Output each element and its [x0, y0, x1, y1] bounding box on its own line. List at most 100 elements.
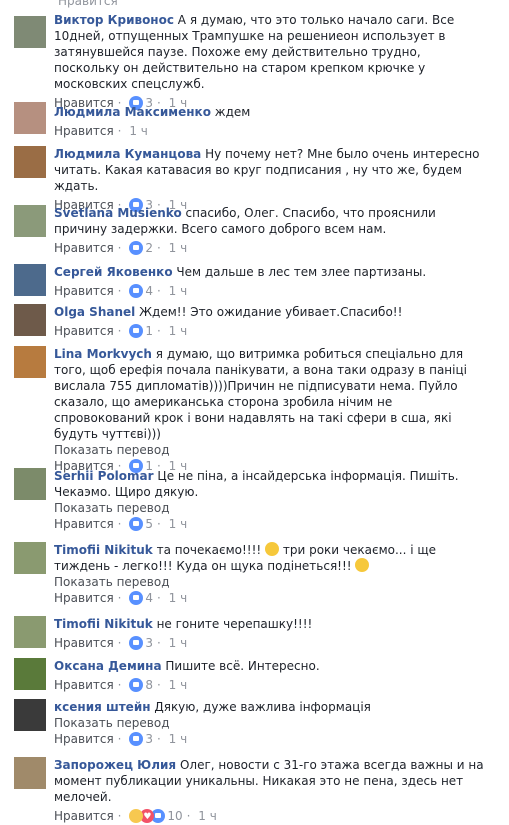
wink-emoji-icon [355, 558, 370, 572]
author-name[interactable]: Сергей Яковенко [54, 265, 173, 279]
reaction-count[interactable]: 8 [145, 678, 153, 692]
author-name[interactable]: Serhii Polomar [54, 469, 154, 483]
like-button[interactable]: Нравится [54, 284, 114, 298]
like-button[interactable]: Нравится [54, 517, 114, 531]
comment-body: та почекаємо!!!! [156, 543, 266, 557]
like-button[interactable]: Нравится [54, 591, 114, 605]
author-name[interactable]: Timofii Nikituk [54, 617, 153, 631]
reaction-count[interactable]: 10 [167, 809, 182, 823]
author-name[interactable]: Людмила Куманцова [54, 147, 201, 161]
comment-text: Виктор Кривонос А я думаю, что это тольк… [54, 12, 487, 92]
comment-text: Оксана Демина Пишите всё. Интересно. [54, 658, 487, 674]
like-button[interactable]: Нравится [54, 732, 114, 746]
top-actions-cutoff[interactable]: Нравится [58, 0, 118, 8]
comment-body: Ждем!! Это ожидание убивает.Спасибо!! [139, 305, 403, 319]
comment-actions: Нравится · 5 · 1 ч [54, 517, 188, 531]
comment-text: Сергей Яковенко Чем дальше в лес тем зле… [54, 264, 487, 280]
comment-text: Olga Shanel Ждем!! Это ожидание убивает.… [54, 304, 487, 320]
like-reaction-icon [129, 636, 144, 650]
reaction-count[interactable]: 2 [145, 241, 153, 255]
like-reaction-icon [129, 517, 144, 531]
like-reaction-icon [129, 591, 144, 605]
comment-text: Svetlana Musienko спасибо, Олег. Спасибо… [54, 205, 487, 237]
avatar[interactable] [14, 616, 46, 648]
comment-body: Дякую, дуже важлива інформація [154, 700, 371, 714]
avatar[interactable] [14, 757, 46, 789]
avatar[interactable] [14, 468, 46, 500]
show-translation-link[interactable]: Показать перевод [54, 715, 487, 731]
timestamp[interactable]: 1 ч [198, 809, 217, 823]
reaction-count[interactable]: 3 [145, 732, 153, 746]
comment-text: Людмила Куманцова Ну почему нет? Мне был… [54, 146, 487, 194]
comment-text: ксения штейн Дякую, дуже важлива інформа… [54, 699, 487, 715]
avatar[interactable] [14, 102, 46, 134]
comment-actions: Нравится · 4 · 1 ч [54, 591, 188, 605]
author-name[interactable]: Olga Shanel [54, 305, 135, 319]
timestamp[interactable]: 1 ч [129, 124, 148, 138]
comment-text: Serhii Polomar Це не піна, а інсайдерськ… [54, 468, 487, 500]
comment-text: Запорожец Юлия Олег, новости с 31-го эта… [54, 757, 487, 805]
author-name[interactable]: Timofii Nikituk [54, 543, 153, 557]
comment-body: Пишите всё. Интересно. [165, 659, 320, 673]
like-reaction-icon [129, 732, 144, 746]
timestamp[interactable]: 1 ч [169, 636, 188, 650]
like-button[interactable]: Нравится [54, 809, 114, 823]
comment-actions: Нравится · 1 · 1 ч [54, 324, 188, 338]
reaction-count[interactable]: 5 [145, 517, 153, 531]
avatar[interactable] [14, 699, 46, 731]
author-name[interactable]: Lina Morkvych [54, 347, 152, 361]
like-button[interactable]: Нравится [54, 636, 114, 650]
like-reaction-icon [129, 284, 144, 298]
like-button[interactable]: Нравится [54, 124, 114, 138]
like-button[interactable]: Нравится [54, 241, 114, 255]
like-reaction-icon [129, 678, 144, 692]
avatar[interactable] [14, 264, 46, 296]
comment-actions: Нравится · 1 ч [54, 124, 148, 138]
reaction-count[interactable]: 1 [145, 324, 153, 338]
comment-text: Людмила Максименко ждем [54, 104, 487, 120]
reaction-count[interactable]: 4 [145, 591, 153, 605]
author-name[interactable]: Svetlana Musienko [54, 206, 182, 220]
comment-actions: Нравится · 2 · 1 ч [54, 241, 188, 255]
comment-actions: Нравится · 3 · 1 ч [54, 732, 188, 746]
avatar[interactable] [14, 658, 46, 690]
timestamp[interactable]: 1 ч [169, 591, 188, 605]
reaction-count[interactable]: 4 [145, 284, 153, 298]
comment-actions: Нравится · 4 · 1 ч [54, 284, 188, 298]
comment-body: не гоните черепашку!!!! [156, 617, 313, 631]
timestamp[interactable]: 1 ч [169, 732, 188, 746]
comment-body: ждем [214, 105, 251, 119]
author-name[interactable]: Виктор Кривонос [54, 13, 174, 27]
timestamp[interactable]: 1 ч [169, 241, 188, 255]
avatar[interactable] [14, 346, 46, 378]
show-translation-link[interactable]: Показать перевод [54, 442, 487, 458]
like-button[interactable]: Нравится [54, 678, 114, 692]
avatar[interactable] [14, 146, 46, 178]
comment-text: Lina Morkvych я думаю, що витримка робит… [54, 346, 487, 442]
comment-body: Чем дальше в лес тем злее партизаны. [176, 265, 427, 279]
timestamp[interactable]: 1 ч [169, 678, 188, 692]
like-reaction-icon [129, 241, 144, 255]
show-translation-link[interactable]: Показать перевод [54, 500, 487, 516]
show-translation-link[interactable]: Показать перевод [54, 574, 487, 590]
comment-actions: Нравится· 10· 1 ч [54, 808, 487, 825]
avatar[interactable] [14, 542, 46, 574]
comment-text: Timofii Nikituk не гоните черепашку!!!! [54, 616, 487, 632]
reaction-count[interactable]: 3 [145, 636, 153, 650]
comment-actions: Нравится · 3 · 1 ч [54, 636, 188, 650]
avatar[interactable] [14, 205, 46, 237]
avatar[interactable] [14, 16, 46, 48]
timestamp[interactable]: 1 ч [169, 324, 188, 338]
author-name[interactable]: Людмила Максименко [54, 105, 211, 119]
author-name[interactable]: Запорожец Юлия [54, 758, 176, 772]
timestamp[interactable]: 1 ч [169, 517, 188, 531]
author-name[interactable]: Оксана Демина [54, 659, 162, 673]
comment-body: я думаю, що витримка робиться спеціально… [54, 347, 467, 441]
author-name[interactable]: ксения штейн [54, 700, 151, 714]
smile-emoji-icon [265, 542, 280, 556]
avatar[interactable] [14, 304, 46, 336]
comment-actions: Нравится · 8 · 1 ч [54, 678, 188, 692]
like-button[interactable]: Нравится [54, 324, 114, 338]
like-reaction-icon [129, 324, 144, 338]
timestamp[interactable]: 1 ч [169, 284, 188, 298]
